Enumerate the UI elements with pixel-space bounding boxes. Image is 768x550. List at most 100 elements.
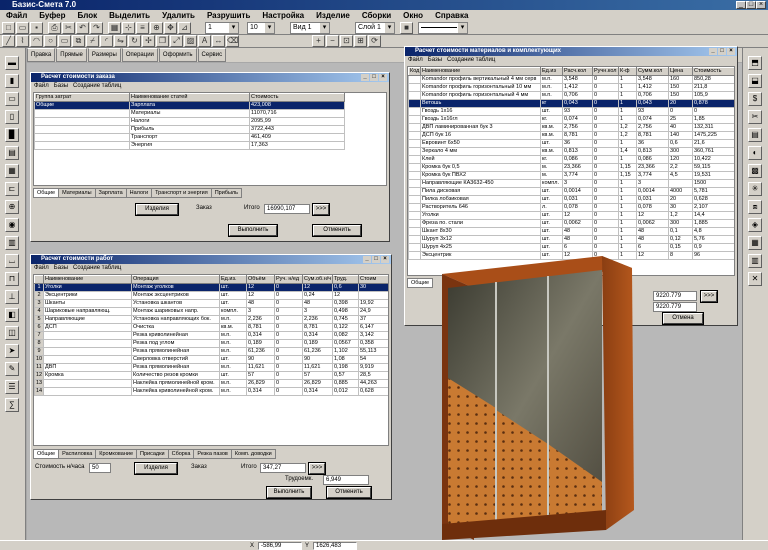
table-cell[interactable]: 0 bbox=[274, 363, 303, 372]
table-cell[interactable]: 36 bbox=[636, 139, 669, 148]
trim-icon[interactable]: ⌿ bbox=[86, 35, 99, 47]
zoom-out-icon[interactable]: − bbox=[326, 35, 339, 47]
table-cell[interactable]: шт. bbox=[540, 211, 563, 220]
table-cell[interactable]: Наклейка прямолинейной кром. bbox=[131, 379, 220, 388]
table-cell[interactable]: 105,9 bbox=[692, 91, 734, 100]
table-cell[interactable]: 0,878 bbox=[692, 99, 734, 108]
works-minimize-button[interactable]: _ bbox=[363, 256, 371, 263]
table-cell[interactable]: 2,756 bbox=[562, 123, 593, 132]
circle-icon[interactable]: ○ bbox=[44, 35, 57, 47]
table-cell[interactable]: 1 bbox=[618, 91, 637, 100]
table-cell[interactable]: 2 bbox=[34, 291, 44, 300]
zoom-window-icon[interactable]: ⊡ bbox=[340, 35, 353, 47]
table-cell[interactable] bbox=[34, 117, 130, 126]
table-cell[interactable] bbox=[408, 107, 421, 116]
table-cell[interactable]: Кромка бук 0,5 bbox=[420, 163, 541, 172]
scale-icon[interactable]: ⤢ bbox=[170, 35, 183, 47]
table-cell[interactable]: 93 bbox=[562, 107, 593, 116]
table-cell[interactable]: Шариковые направляющ. bbox=[43, 307, 132, 316]
table-cell[interactable]: 1 bbox=[618, 187, 637, 196]
menu-window[interactable]: Окно bbox=[397, 10, 429, 21]
table-row[interactable]: 12 Кромка Количество резов кромки шт. 57 0 57 0… bbox=[34, 371, 388, 380]
table-cell[interactable] bbox=[408, 163, 421, 172]
table-cell[interactable]: Энергия bbox=[129, 141, 250, 150]
table-row[interactable]: 5 Направляющие Установка направляющих бок.… bbox=[34, 315, 388, 324]
table-cell[interactable]: 19,531 bbox=[692, 171, 734, 180]
table-cell[interactable]: Очистка bbox=[131, 323, 220, 332]
calc-icon[interactable]: ∑ bbox=[5, 398, 19, 412]
table-cell[interactable]: Резка прямолинейная bbox=[131, 347, 220, 356]
new-icon[interactable]: □ bbox=[2, 22, 15, 34]
table-cell[interactable]: Зеркало 4 мм bbox=[420, 147, 541, 156]
table-cell[interactable]: 93 bbox=[636, 107, 669, 116]
table-row[interactable]: 4 Шариковые направляющ. Монтаж шариковых н… bbox=[34, 307, 388, 316]
table-cell[interactable]: 1 bbox=[618, 179, 637, 188]
table-cell[interactable] bbox=[408, 219, 421, 228]
table-row[interactable]: 6 ДСП Очистка кв.м. 8,781 0 8,781 0,122 6,147 bbox=[34, 323, 388, 332]
print-icon[interactable]: ⎙ bbox=[48, 22, 61, 34]
table-cell[interactable]: 1 bbox=[618, 107, 637, 116]
table-row[interactable]: Пила дисковая шт. 0,0014 0 1 0,0014 4000 5,781 bbox=[408, 187, 734, 196]
rotate-icon[interactable]: ↻ bbox=[128, 35, 141, 47]
table-cell[interactable]: 8,781 bbox=[636, 131, 669, 140]
table-cell[interactable]: Прибыль bbox=[129, 125, 250, 134]
col-header[interactable]: Наименование статей bbox=[129, 93, 250, 102]
order-total-more-button[interactable]: >>> bbox=[312, 203, 330, 216]
table-cell[interactable]: Пила дисковая bbox=[420, 187, 541, 196]
table-cell[interactable]: 0,031 bbox=[562, 195, 593, 204]
materials-minimize-button[interactable]: _ bbox=[709, 48, 717, 55]
table-cell[interactable]: Пилка лобзиковая bbox=[420, 195, 541, 204]
table-row[interactable]: 8 Резка под углом м.п. 0,189 0 0,189 0,0567 0,3… bbox=[34, 339, 388, 348]
linetype-combo[interactable] bbox=[418, 22, 468, 34]
table-cell[interactable] bbox=[408, 131, 421, 140]
table-cell[interactable]: 1,85 bbox=[692, 115, 734, 124]
order-tab-general[interactable]: Общие bbox=[33, 188, 60, 198]
table-cell[interactable]: 12 bbox=[34, 371, 44, 380]
works-menu-bases[interactable]: Базы bbox=[54, 265, 68, 271]
col-header[interactable]: Сумм.кол bbox=[636, 67, 669, 76]
table-cell[interactable]: 0,6 bbox=[332, 283, 359, 292]
table-cell[interactable]: м.п. bbox=[540, 83, 563, 92]
table-cell[interactable]: 0,314 bbox=[302, 331, 333, 340]
table-cell[interactable]: 30 bbox=[668, 203, 693, 212]
table-cell[interactable]: Материалы bbox=[129, 109, 250, 118]
table-cell[interactable]: 11,621 bbox=[246, 363, 275, 372]
table-cell[interactable] bbox=[43, 347, 132, 356]
table-cell[interactable]: шт. bbox=[219, 371, 247, 380]
table-cell[interactable]: 59,115 bbox=[692, 163, 734, 172]
table-cell[interactable]: 0 bbox=[274, 315, 303, 324]
table-cell[interactable]: ДВП ламинированная бук 3 bbox=[420, 123, 541, 132]
table-cell[interactable]: 12 bbox=[636, 251, 669, 260]
table-cell[interactable] bbox=[43, 355, 132, 364]
order-items-button[interactable]: Изделия bbox=[135, 203, 179, 216]
table-cell[interactable]: м.п. bbox=[219, 315, 247, 324]
table-cell[interactable]: 0 bbox=[592, 139, 619, 148]
table-cell[interactable]: 0,706 bbox=[636, 91, 669, 100]
table-cell[interactable]: 4 bbox=[34, 307, 44, 316]
save-icon[interactable]: ▪ bbox=[30, 22, 43, 34]
table-cell[interactable]: кв.м. bbox=[219, 323, 247, 332]
table-cell[interactable]: 0 bbox=[592, 115, 619, 124]
table-cell[interactable]: 24,9 bbox=[358, 307, 388, 316]
text-icon[interactable]: A bbox=[198, 35, 211, 47]
order-tab-salary[interactable]: Зарплата bbox=[94, 188, 127, 198]
layout-icon[interactable]: ▦ bbox=[748, 236, 762, 250]
materials-close-button[interactable]: × bbox=[727, 48, 735, 55]
table-cell[interactable]: Растворитель 646 bbox=[420, 203, 541, 212]
table-cell[interactable]: 0 bbox=[274, 331, 303, 340]
table-cell[interactable]: м.п. bbox=[219, 363, 247, 372]
works-close-button[interactable]: × bbox=[381, 256, 389, 263]
table-cell[interactable]: 0 bbox=[274, 379, 303, 388]
table-cell[interactable]: 6 bbox=[636, 243, 669, 252]
table-cell[interactable]: 37 bbox=[358, 315, 388, 324]
table-cell[interactable]: 0,813 bbox=[562, 147, 593, 156]
table-cell[interactable]: Направляющие bbox=[43, 315, 132, 324]
table-cell[interactable]: 1 bbox=[618, 211, 637, 220]
table-cell[interactable]: кв.м. bbox=[540, 131, 563, 140]
table-cell[interactable]: шт. bbox=[540, 235, 563, 244]
table-cell[interactable]: 1,2 bbox=[618, 131, 637, 140]
table-cell[interactable]: Монтаж эксцентриков bbox=[131, 291, 220, 300]
table-cell[interactable]: 0,0567 bbox=[332, 339, 359, 348]
table-cell[interactable]: 0 bbox=[592, 179, 619, 188]
table-cell[interactable]: 0,078 bbox=[562, 203, 593, 212]
